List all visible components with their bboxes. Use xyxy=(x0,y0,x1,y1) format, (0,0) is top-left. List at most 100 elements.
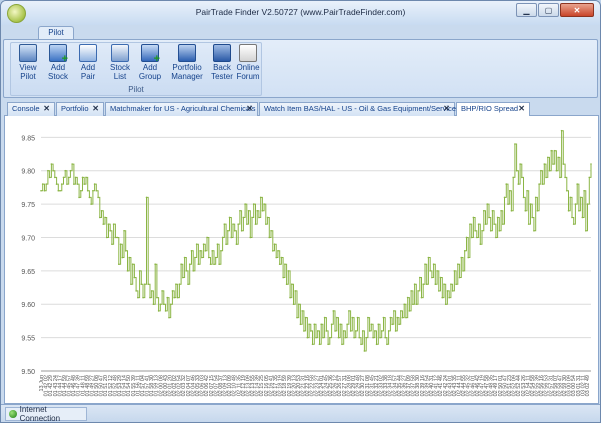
y-tick-label: 9.85 xyxy=(21,135,35,142)
data-point xyxy=(470,236,473,239)
data-point xyxy=(476,236,478,239)
data-point xyxy=(147,283,150,286)
data-point xyxy=(457,263,459,265)
add-group-button[interactable]: Add Group xyxy=(135,44,165,81)
data-point xyxy=(114,236,117,239)
data-point xyxy=(126,270,129,272)
data-point xyxy=(500,209,502,212)
tab-spread[interactable]: BHP/RIO Spread ✕ xyxy=(456,102,530,116)
ribbon-tabstrip: Pilot xyxy=(1,25,600,40)
data-point xyxy=(429,270,431,272)
tab-console[interactable]: Console ✕ xyxy=(7,102,55,116)
data-point xyxy=(425,283,428,286)
data-point xyxy=(252,203,255,205)
data-point xyxy=(572,223,575,225)
y-tick-label: 9.75 xyxy=(21,202,35,209)
ribbon-tab-pilot[interactable]: Pilot xyxy=(38,26,74,40)
data-point xyxy=(246,223,248,225)
maximize-icon: ▢ xyxy=(544,5,553,15)
data-point xyxy=(493,223,495,225)
data-point xyxy=(266,216,269,219)
data-point xyxy=(244,203,246,205)
data-point xyxy=(194,256,196,259)
ribbon-group-pilot: View Pilot Add Stock Add Pair Stock List… xyxy=(10,42,262,96)
data-point xyxy=(346,323,348,326)
tab-portfolio[interactable]: Portfolio ✕ xyxy=(56,102,104,116)
data-point xyxy=(510,209,513,212)
data-point xyxy=(213,263,215,265)
data-point xyxy=(142,296,144,299)
data-point xyxy=(133,276,136,279)
data-point xyxy=(386,343,388,346)
data-point xyxy=(303,330,305,332)
data-point xyxy=(285,283,288,286)
portfolio-manager-button[interactable]: Portfolio Manager xyxy=(167,44,207,81)
data-point xyxy=(565,189,568,192)
back-tester-icon xyxy=(213,44,231,62)
data-point xyxy=(557,156,559,159)
data-point xyxy=(335,316,338,319)
data-point xyxy=(86,189,89,192)
data-point xyxy=(515,169,518,172)
minimize-icon: ▁ xyxy=(523,5,530,15)
data-point xyxy=(296,316,298,319)
tab-spread-close-icon[interactable]: ✕ xyxy=(518,103,525,115)
data-point xyxy=(201,256,203,259)
data-point xyxy=(109,230,111,232)
add-group-label-1: Add xyxy=(142,63,158,72)
data-point xyxy=(79,189,82,192)
stock-list-button[interactable]: Stock List xyxy=(105,44,135,81)
tab-console-close-icon[interactable]: ✕ xyxy=(43,103,50,115)
data-point xyxy=(138,270,141,272)
data-point xyxy=(356,316,359,319)
data-point xyxy=(218,263,220,265)
data-point xyxy=(220,250,222,252)
minimize-button[interactable]: ▁ xyxy=(516,3,537,17)
data-point xyxy=(562,163,565,165)
data-point xyxy=(259,196,262,199)
data-point xyxy=(448,296,450,299)
series-line xyxy=(41,130,592,352)
close-icon: ✕ xyxy=(573,5,581,15)
tab-matchmaker-close-icon[interactable]: ✕ xyxy=(246,103,253,115)
y-tick-label: 9.55 xyxy=(21,336,35,343)
tab-watch-item-close-icon[interactable]: ✕ xyxy=(443,103,450,115)
data-point xyxy=(40,189,42,192)
data-point xyxy=(380,330,383,332)
add-stock-button[interactable]: Add Stock xyxy=(43,44,73,81)
tab-matchmaker[interactable]: Matchmaker for US - Agricultural Chemica… xyxy=(105,102,258,116)
data-point xyxy=(60,183,63,185)
data-point xyxy=(360,343,362,346)
data-point xyxy=(232,223,234,225)
data-point xyxy=(211,250,214,252)
data-point xyxy=(102,223,105,225)
data-point xyxy=(159,303,162,306)
online-forum-button[interactable]: Online Forum xyxy=(233,44,263,81)
data-point xyxy=(143,283,146,286)
data-point xyxy=(512,176,514,179)
data-point xyxy=(190,250,193,252)
tab-portfolio-close-icon[interactable]: ✕ xyxy=(92,103,99,115)
data-point xyxy=(280,256,283,259)
data-point xyxy=(90,203,92,205)
window-title: PairTrade Finder V2.50727 (www.PairTrade… xyxy=(195,7,406,17)
view-pilot-button[interactable]: View Pilot xyxy=(13,44,43,81)
data-point xyxy=(154,263,156,265)
maximize-button[interactable]: ▢ xyxy=(538,3,559,17)
data-point xyxy=(164,310,167,312)
data-point xyxy=(552,163,554,165)
data-point xyxy=(152,303,155,306)
data-point xyxy=(389,316,392,319)
data-point xyxy=(365,336,367,339)
data-point xyxy=(543,163,546,165)
data-point xyxy=(168,316,170,319)
data-point xyxy=(393,310,395,312)
data-point xyxy=(214,256,217,259)
close-button[interactable]: ✕ xyxy=(560,3,594,17)
y-tick-label: 9.50 xyxy=(21,369,35,376)
data-point xyxy=(588,176,591,179)
data-point xyxy=(431,276,433,279)
add-pair-button[interactable]: Add Pair xyxy=(73,44,103,81)
tab-watch-item[interactable]: Watch Item BAS/HAL - US - Oil & Gas Equi… xyxy=(259,102,460,116)
data-point xyxy=(344,336,347,339)
